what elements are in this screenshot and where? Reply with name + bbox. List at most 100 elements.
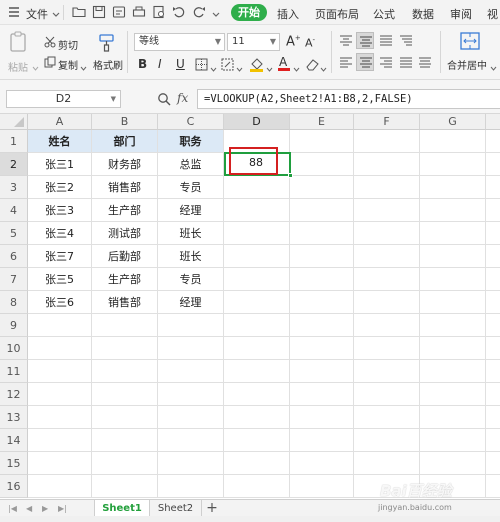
data-cell[interactable]: 经理: [158, 199, 224, 222]
row-header-4[interactable]: 4: [0, 199, 28, 222]
save-icon[interactable]: [92, 5, 106, 19]
data-cell[interactable]: 张三7: [28, 245, 92, 268]
data-cell[interactable]: 生产部: [92, 268, 158, 291]
chevron-down-icon[interactable]: [80, 61, 87, 75]
header-cell[interactable]: 职务: [158, 130, 224, 153]
font-color-icon[interactable]: A: [277, 55, 291, 75]
row-header-8[interactable]: 8: [0, 291, 28, 314]
file-menu[interactable]: 文件: [26, 6, 48, 22]
empty-cell[interactable]: [158, 452, 224, 475]
data-cell[interactable]: 测试部: [92, 222, 158, 245]
empty-cell[interactable]: [354, 406, 420, 429]
row-header-5[interactable]: 5: [0, 222, 28, 245]
align-top-icon[interactable]: [339, 35, 353, 50]
empty-cell[interactable]: [354, 176, 420, 199]
bold-button[interactable]: B: [138, 57, 147, 71]
data-cell[interactable]: 销售部: [92, 291, 158, 314]
row-header-6[interactable]: 6: [0, 245, 28, 268]
chevron-down-icon[interactable]: [32, 61, 39, 75]
empty-cell[interactable]: [486, 130, 500, 153]
empty-cell[interactable]: [290, 360, 354, 383]
last-sheet-icon[interactable]: ▶|: [58, 504, 67, 513]
empty-cell[interactable]: [420, 222, 486, 245]
empty-cell[interactable]: [28, 475, 92, 498]
empty-cell[interactable]: [354, 268, 420, 291]
chevron-down-icon[interactable]: [490, 61, 497, 75]
empty-cell[interactable]: [354, 337, 420, 360]
row-header-7[interactable]: 7: [0, 268, 28, 291]
empty-cell[interactable]: [224, 429, 290, 452]
empty-cell[interactable]: [420, 360, 486, 383]
empty-cell[interactable]: [290, 222, 354, 245]
empty-cell[interactable]: [354, 452, 420, 475]
empty-cell[interactable]: [290, 406, 354, 429]
empty-cell[interactable]: [224, 360, 290, 383]
empty-cell[interactable]: [420, 314, 486, 337]
cut-button[interactable]: 剪切: [58, 37, 78, 52]
data-cell[interactable]: 总监: [158, 153, 224, 176]
empty-cell[interactable]: [28, 429, 92, 452]
clear-format-icon[interactable]: [305, 58, 319, 74]
empty-cell[interactable]: [224, 199, 290, 222]
cell-style-icon[interactable]: [221, 58, 234, 74]
first-sheet-icon[interactable]: |◀: [8, 504, 17, 513]
empty-cell[interactable]: [486, 153, 500, 176]
empty-cell[interactable]: [354, 222, 420, 245]
tab-start[interactable]: 开始: [231, 4, 267, 21]
empty-cell[interactable]: [420, 337, 486, 360]
chevron-down-icon[interactable]: [212, 8, 220, 22]
align-bottom-icon[interactable]: [379, 35, 393, 50]
row-header-11[interactable]: 11: [0, 360, 28, 383]
scissors-icon[interactable]: [44, 36, 56, 51]
fill-color-icon[interactable]: [249, 56, 264, 75]
data-cell[interactable]: 财务部: [92, 153, 158, 176]
row-header-13[interactable]: 13: [0, 406, 28, 429]
column-header-d[interactable]: D: [224, 114, 290, 130]
next-sheet-icon[interactable]: ▶: [42, 504, 48, 513]
empty-cell[interactable]: [158, 314, 224, 337]
empty-cell[interactable]: [420, 452, 486, 475]
empty-cell[interactable]: [420, 176, 486, 199]
align-left-icon[interactable]: [339, 56, 353, 73]
data-cell[interactable]: 班长: [158, 245, 224, 268]
empty-cell[interactable]: [486, 452, 500, 475]
distributed-icon[interactable]: [418, 56, 432, 73]
empty-cell[interactable]: [486, 429, 500, 452]
empty-cell[interactable]: [290, 199, 354, 222]
chevron-down-icon[interactable]: [236, 62, 243, 76]
empty-cell[interactable]: [486, 245, 500, 268]
tab-sheet1[interactable]: Sheet1: [94, 500, 150, 517]
data-cell[interactable]: 经理: [158, 291, 224, 314]
prev-sheet-icon[interactable]: ◀: [26, 504, 32, 513]
data-cell[interactable]: 张三1: [28, 153, 92, 176]
tab-review[interactable]: 审阅: [450, 6, 472, 22]
chevron-down-icon[interactable]: [320, 62, 327, 76]
merge-center-button[interactable]: 合并居中: [447, 57, 487, 72]
empty-cell[interactable]: [290, 291, 354, 314]
empty-cell[interactable]: [290, 176, 354, 199]
font-name-select[interactable]: 等线 ▼: [134, 33, 225, 51]
empty-cell[interactable]: [224, 268, 290, 291]
chevron-down-icon[interactable]: [52, 8, 60, 22]
empty-cell[interactable]: [486, 291, 500, 314]
empty-cell[interactable]: [420, 291, 486, 314]
row-header-10[interactable]: 10: [0, 337, 28, 360]
empty-cell[interactable]: [28, 360, 92, 383]
empty-cell[interactable]: [420, 199, 486, 222]
empty-cell[interactable]: [224, 222, 290, 245]
empty-cell[interactable]: [92, 337, 158, 360]
empty-cell[interactable]: [224, 314, 290, 337]
empty-cell[interactable]: [28, 314, 92, 337]
empty-cell[interactable]: [92, 406, 158, 429]
empty-cell[interactable]: [290, 245, 354, 268]
row-header-16[interactable]: 16: [0, 475, 28, 498]
data-cell[interactable]: 张三4: [28, 222, 92, 245]
redo-icon[interactable]: [192, 5, 206, 19]
print-icon[interactable]: [132, 5, 146, 19]
formula-input[interactable]: =VLOOKUP(A2,Sheet2!A1:B8,2,FALSE): [197, 89, 500, 109]
chevron-down-icon[interactable]: [210, 62, 217, 76]
column-header-f[interactable]: F: [354, 114, 420, 130]
empty-cell[interactable]: [290, 475, 354, 498]
justify-icon[interactable]: [399, 56, 413, 73]
empty-cell[interactable]: [158, 406, 224, 429]
